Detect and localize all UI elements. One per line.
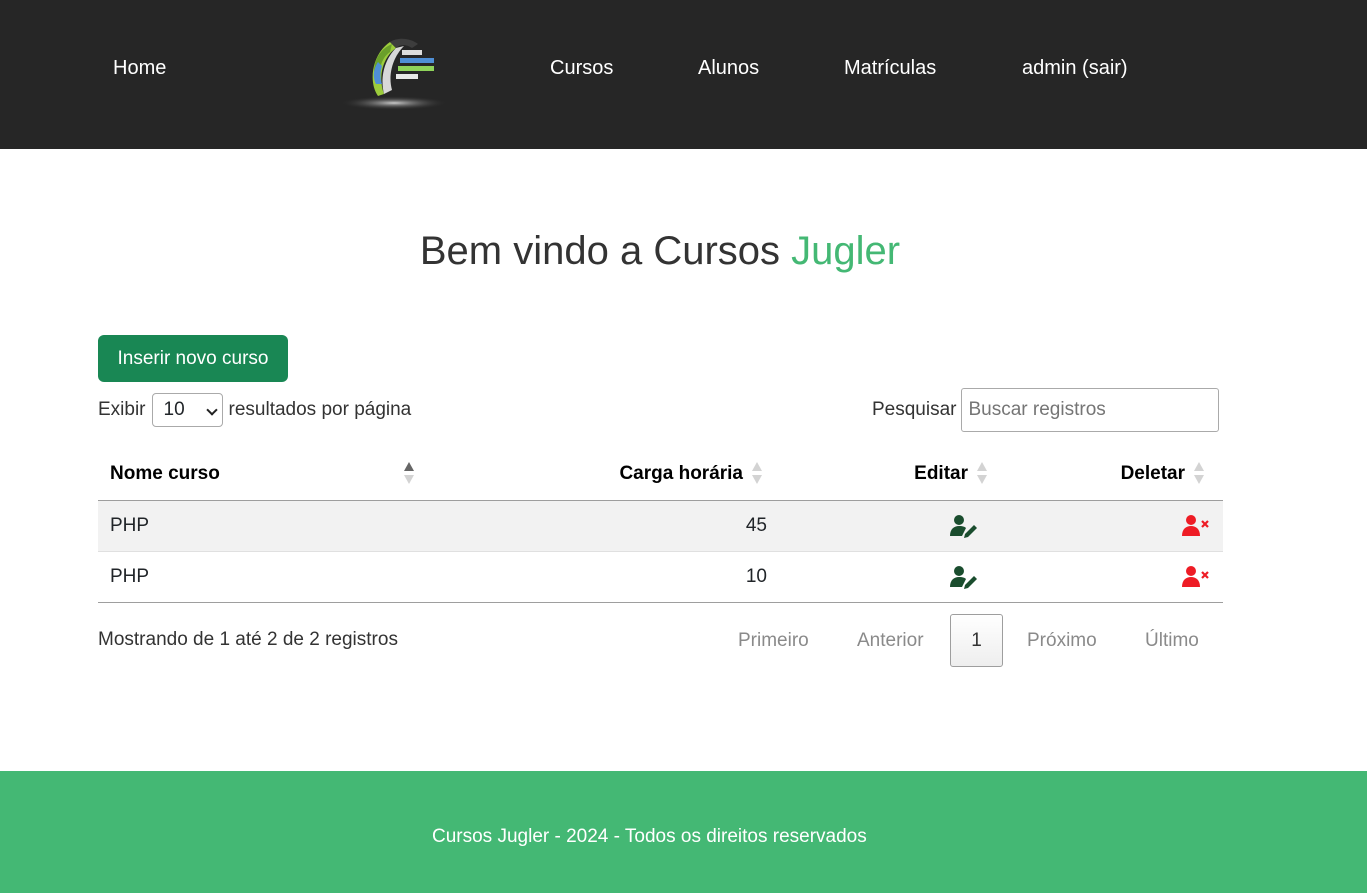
page-length-select[interactable]: 10 xyxy=(151,393,223,427)
sort-icon xyxy=(976,462,988,486)
navbar: Home Cursos Alunos Matrículas admin (sai… xyxy=(0,0,1367,149)
nav-matriculas-link[interactable]: Matrículas xyxy=(844,56,936,80)
nav-alunos-link[interactable]: Alunos xyxy=(698,56,759,80)
cell-course-name: PHP xyxy=(110,566,150,587)
chevron-down-icon xyxy=(205,404,218,416)
cell-carga-horaria: 45 xyxy=(745,515,767,536)
column-header-carga-label: Carga horária xyxy=(619,462,743,484)
page-length-prefix: Exibir xyxy=(98,399,146,420)
table-row: PHP 45 xyxy=(98,501,1223,552)
table-row: PHP 10 xyxy=(98,552,1223,603)
courses-table: Nome curso Carga horária Editar Deletar … xyxy=(98,446,1223,603)
page-length-control: Exibir 10 resultados por página xyxy=(98,393,411,427)
pagination-last[interactable]: Último xyxy=(1145,614,1199,667)
user-delete-icon[interactable] xyxy=(1182,501,1212,551)
nav-home-link[interactable]: Home xyxy=(113,56,166,80)
cell-course-name: PHP xyxy=(110,515,150,536)
search-input[interactable] xyxy=(960,388,1219,432)
user-edit-icon[interactable] xyxy=(950,552,980,602)
table-header: Nome curso Carga horária Editar Deletar xyxy=(98,446,1223,501)
column-header-name[interactable]: Nome curso xyxy=(98,446,423,501)
page-length-suffix: resultados por página xyxy=(228,399,412,420)
pagination-current-page[interactable]: 1 xyxy=(950,614,1003,667)
page-title-brand: Jugler xyxy=(791,229,901,273)
table-info: Mostrando de 1 até 2 de 2 registros xyxy=(98,629,398,650)
footer-copyright: Cursos Jugler - 2024 - Todos os direitos… xyxy=(432,826,867,847)
nav-logout-link[interactable]: admin (sair) xyxy=(1022,56,1128,80)
column-header-deletar[interactable]: Deletar xyxy=(998,446,1223,501)
column-header-name-label: Nome curso xyxy=(110,462,220,484)
page-title-prefix: Bem vindo a Cursos xyxy=(419,229,792,273)
search-control: Pesquisar xyxy=(872,388,1219,432)
pagination-first[interactable]: Primeiro xyxy=(738,614,809,667)
cell-carga-horaria: 10 xyxy=(745,566,767,587)
user-delete-icon[interactable] xyxy=(1182,552,1212,602)
column-header-editar-label: Editar xyxy=(914,462,968,484)
sort-icon xyxy=(1193,462,1205,486)
search-label: Pesquisar xyxy=(872,399,957,420)
pagination-next[interactable]: Próximo xyxy=(1027,614,1097,667)
column-header-deletar-label: Deletar xyxy=(1120,462,1185,484)
user-edit-icon[interactable] xyxy=(950,501,980,551)
insert-course-button[interactable]: Inserir novo curso xyxy=(98,335,288,382)
sort-asc-icon xyxy=(403,462,415,486)
logo-globe-icon[interactable] xyxy=(338,32,450,114)
page-title: Bem vindo a Cursos Jugler xyxy=(0,226,1320,276)
column-header-carga[interactable]: Carga horária xyxy=(423,446,773,501)
column-header-editar[interactable]: Editar xyxy=(773,446,998,501)
page-length-value: 10 xyxy=(163,399,185,420)
pagination-previous[interactable]: Anterior xyxy=(857,614,924,667)
nav-cursos-link[interactable]: Cursos xyxy=(550,56,613,80)
sort-icon xyxy=(751,462,763,486)
